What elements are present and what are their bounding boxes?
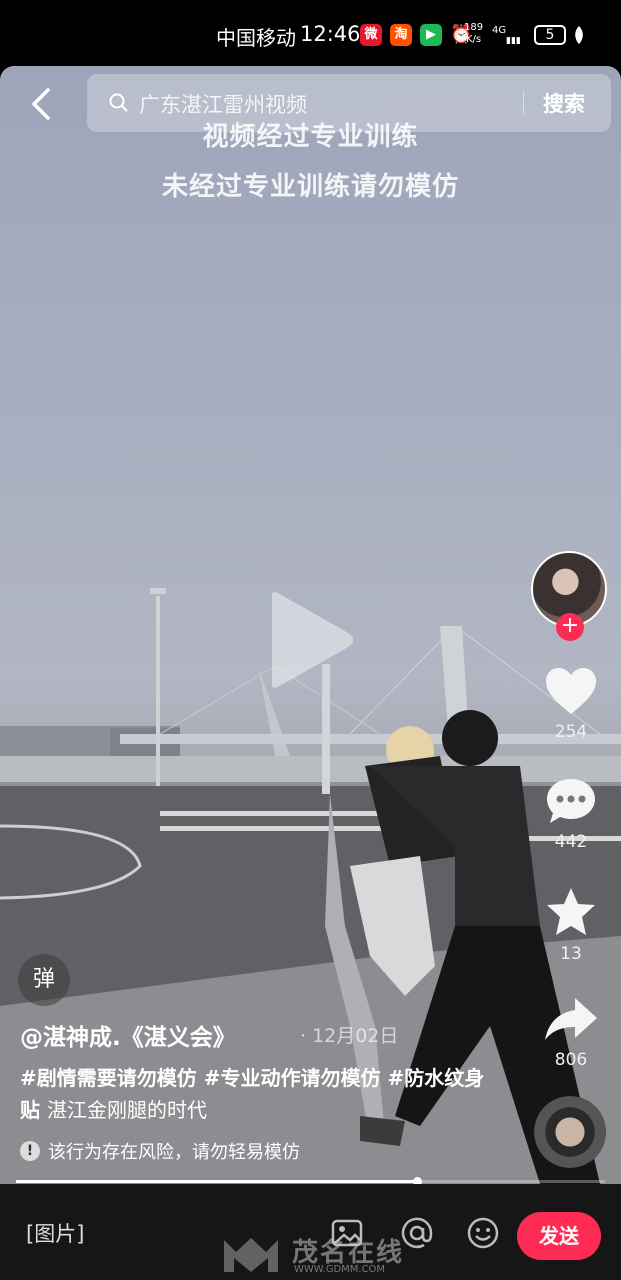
danmu-toggle-button[interactable]: 弹	[18, 954, 70, 1006]
risk-warning-text: 该行为存在风险，请勿轻易模仿	[48, 1142, 300, 1163]
emoji-icon[interactable]	[466, 1216, 500, 1250]
video-caption-line2: 未经过专业训练请勿模仿	[161, 172, 459, 202]
comment-input[interactable]: [图片]	[26, 1218, 84, 1248]
progress-fill	[16, 1180, 417, 1183]
at-mention-icon[interactable]	[400, 1216, 434, 1250]
favorite-button[interactable]: 13	[541, 886, 601, 964]
author-name[interactable]: @湛神成.《湛义会》	[20, 1018, 236, 1052]
progress-bar[interactable]	[16, 1177, 605, 1184]
exclamation-icon: !	[20, 1141, 40, 1161]
battery-icon: 5	[534, 25, 566, 45]
description-text: 湛江金刚腿的时代	[46, 1098, 207, 1122]
notification-icons: 微 淘 ▶ ⏰	[360, 24, 472, 46]
share-arrow-icon	[545, 998, 597, 1040]
video-caption-line1: 视频经过专业训练	[202, 122, 419, 152]
video-player[interactable]: 广东湛江雷州视频 搜索 视频经过专业训练 未经过专业训练请勿模仿 + 254 4…	[0, 66, 621, 1184]
play-icon[interactable]	[266, 590, 356, 690]
speed-value: 189	[464, 22, 484, 33]
taobao-icon: 淘	[390, 24, 412, 46]
network-type: 4G	[492, 25, 507, 36]
search-button[interactable]: 搜索	[543, 88, 585, 118]
status-bar: 中国移动 12:46 微 淘 ▶ ⏰ 189 K/s 4G ▮▮▮ 5	[0, 0, 621, 70]
comment-icon	[547, 779, 595, 823]
network-speed: 189 K/s	[464, 22, 483, 46]
search-input[interactable]: 广东湛江雷州视频	[139, 89, 307, 119]
progress-knob[interactable]	[412, 1177, 422, 1184]
carrier-label: 中国移动	[216, 26, 296, 50]
risk-warning: ! 该行为存在风险，请勿轻易模仿	[20, 1138, 300, 1164]
speed-unit: K/s	[465, 34, 482, 45]
site-logo-icon	[224, 1238, 278, 1272]
watermark-url: WWW.GDMM.COM	[294, 1264, 386, 1275]
search-divider	[523, 91, 524, 115]
share-button[interactable]: 806	[541, 994, 601, 1070]
comment-button[interactable]: 442	[541, 776, 601, 852]
comment-count: 442	[554, 832, 588, 852]
music-disc[interactable]	[534, 1096, 606, 1168]
follow-button[interactable]: +	[556, 613, 584, 641]
favorite-count: 13	[560, 944, 582, 964]
leaf-icon	[575, 26, 583, 44]
search-icon	[109, 93, 128, 112]
share-count: 806	[554, 1050, 588, 1070]
post-date: · 12月02日	[300, 1025, 399, 1047]
like-count: 254	[554, 722, 588, 742]
heart-icon	[546, 668, 596, 714]
star-icon	[547, 888, 595, 935]
like-button[interactable]: 254	[541, 666, 601, 742]
clock: 12:46	[300, 22, 361, 46]
signal-icon: ▮▮▮	[506, 36, 521, 46]
video-app-icon: ▶	[420, 24, 442, 46]
video-description[interactable]: #剧情需要请勿模仿 #专业动作请勿模仿 #防水纹身贴 湛江金刚腿的时代	[20, 1062, 500, 1126]
send-button[interactable]: 发送	[517, 1212, 601, 1260]
weibo-icon: 微	[360, 24, 382, 46]
